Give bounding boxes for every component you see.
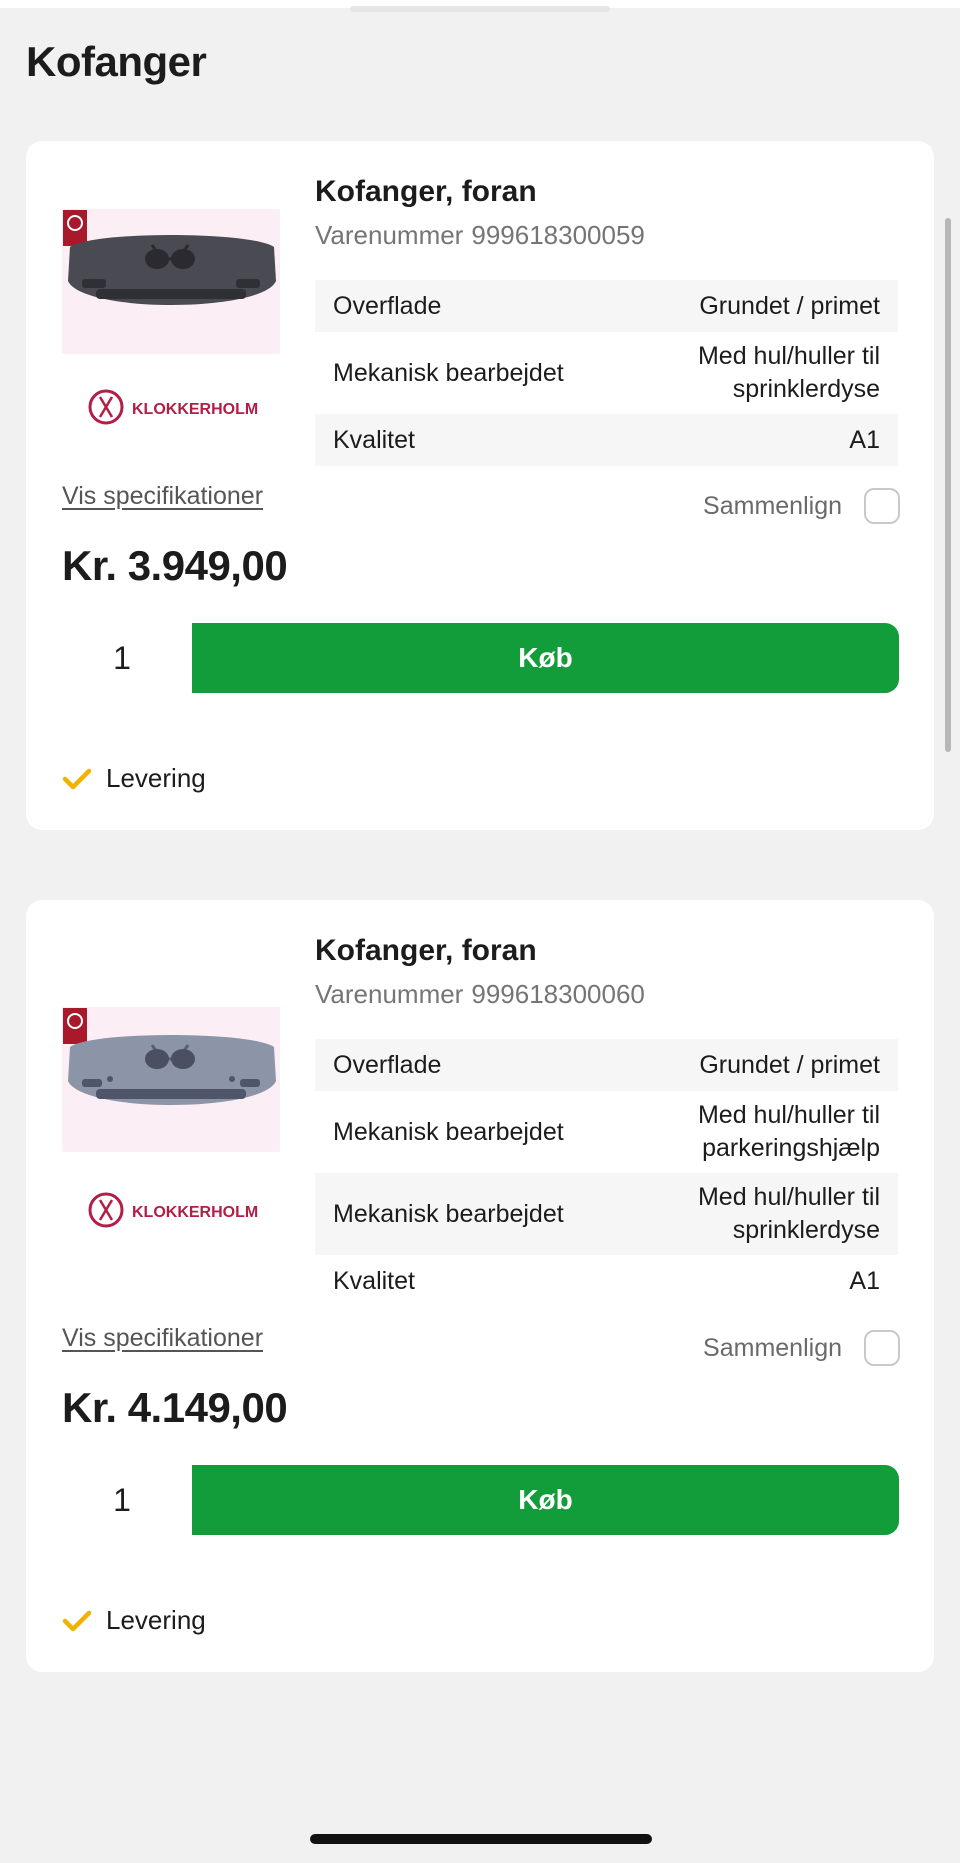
compare-checkbox[interactable] xyxy=(864,1330,900,1366)
product-title[interactable]: Kofanger, foran xyxy=(315,934,537,968)
product-title[interactable]: Kofanger, foran xyxy=(315,175,537,209)
spec-value: Grundet / primet xyxy=(699,291,880,320)
sku-value: 999618300060 xyxy=(471,979,645,1009)
spec-label: Overflade xyxy=(333,291,442,320)
show-specifications-link[interactable]: Vis specifikationer xyxy=(62,1324,263,1353)
sku-label: Varenummer xyxy=(315,979,464,1009)
spec-row: Mekanisk bearbejdet Med hul/huller til p… xyxy=(315,1091,898,1173)
delivery-label: Levering xyxy=(106,1605,206,1635)
product-image[interactable] xyxy=(62,1007,280,1152)
delivery-label: Levering xyxy=(106,763,206,793)
quantity-input[interactable]: 1 xyxy=(62,623,182,693)
brand-logo: KLOKKERHOLM xyxy=(88,387,258,427)
svg-text:KLOKKERHOLM: KLOKKERHOLM xyxy=(132,401,258,418)
sku-label: Varenummer xyxy=(315,220,464,250)
spec-label: Kvalitet xyxy=(333,425,415,454)
compare-label: Sammenlign xyxy=(703,491,842,520)
spec-value: Med hul/huller til parkeringshjælp xyxy=(697,1101,880,1162)
svg-text:KLOKKERHOLM: KLOKKERHOLM xyxy=(132,1204,258,1221)
buy-button[interactable]: Køb xyxy=(192,1465,899,1535)
spec-label: Mekanisk bearbejdet xyxy=(333,358,564,387)
spec-table: Overflade Grundet / primet Mekanisk bear… xyxy=(315,280,898,466)
compare-toggle[interactable]: Sammenlign xyxy=(703,488,900,524)
spec-label: Kvalitet xyxy=(333,1266,415,1295)
status-bar-area xyxy=(0,0,960,12)
compare-toggle[interactable]: Sammenlign xyxy=(703,1330,900,1366)
product-price: Kr. 3.949,00 xyxy=(62,542,288,589)
brand-logo: KLOKKERHOLM xyxy=(88,1190,258,1230)
product-card: KLOKKERHOLM Kofanger, foran Varenummer 99… xyxy=(26,900,934,1672)
buy-button[interactable]: Køb xyxy=(192,623,899,693)
spec-row: Kvalitet A1 xyxy=(315,1255,898,1307)
spec-value: A1 xyxy=(849,1266,880,1295)
spec-value: A1 xyxy=(849,425,880,454)
spec-value: Med hul/huller til sprinklerdyse xyxy=(697,1183,880,1244)
spec-row: Mekanisk bearbejdet Med hul/huller til s… xyxy=(315,1173,898,1255)
spec-row: Mekanisk bearbejdet Med hul/huller til s… xyxy=(315,332,898,414)
spec-value: Med hul/huller til sprinklerdyse xyxy=(697,342,880,403)
product-image[interactable] xyxy=(62,209,280,354)
spec-row: Overflade Grundet / primet xyxy=(315,280,898,332)
compare-checkbox[interactable] xyxy=(864,488,900,524)
home-indicator[interactable] xyxy=(310,1834,652,1844)
spec-label: Mekanisk bearbejdet xyxy=(333,1117,564,1146)
pull-handle xyxy=(350,6,610,12)
delivery-status: Levering xyxy=(62,1605,206,1636)
product-card: KLOKKERHOLM Kofanger, foran Varenummer 99… xyxy=(26,141,934,830)
sku-value: 999618300059 xyxy=(471,220,645,250)
check-icon xyxy=(62,1610,92,1631)
page-title: Kofanger xyxy=(26,38,207,85)
spec-label: Mekanisk bearbejdet xyxy=(333,1199,564,1228)
scrollbar[interactable] xyxy=(945,218,951,752)
spec-row: Overflade Grundet / primet xyxy=(315,1039,898,1091)
product-price: Kr. 4.149,00 xyxy=(62,1384,288,1431)
check-icon xyxy=(62,768,92,789)
show-specifications-link[interactable]: Vis specifikationer xyxy=(62,482,263,511)
product-sku: Varenummer 999618300060 xyxy=(315,979,645,1010)
spec-row: Kvalitet A1 xyxy=(315,414,898,466)
compare-label: Sammenlign xyxy=(703,1333,842,1362)
quantity-input[interactable]: 1 xyxy=(62,1465,182,1535)
product-sku: Varenummer 999618300059 xyxy=(315,220,645,251)
delivery-status: Levering xyxy=(62,763,206,794)
spec-table: Overflade Grundet / primet Mekanisk bear… xyxy=(315,1039,898,1307)
spec-label: Overflade xyxy=(333,1050,442,1079)
spec-value: Grundet / primet xyxy=(699,1050,880,1079)
